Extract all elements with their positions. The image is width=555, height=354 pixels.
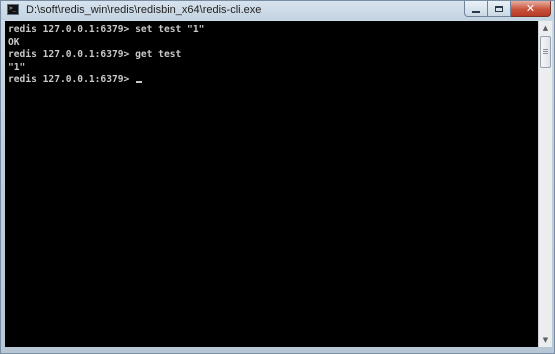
console-line: "1" (8, 61, 26, 73)
console-icon-prompt: >_ (9, 5, 17, 12)
console-line: redis 127.0.0.1:6379> get test (8, 49, 182, 60)
minimize-button[interactable] (464, 1, 488, 17)
text-cursor (136, 81, 143, 83)
window-bottom-border (1, 347, 554, 353)
console-prompt: redis 127.0.0.1:6379> (8, 74, 136, 85)
close-button[interactable]: ✕ (511, 1, 551, 17)
window-controls: ✕ (464, 1, 551, 18)
minimize-icon (472, 10, 480, 13)
maximize-icon (495, 5, 503, 12)
scrollbar-thumb[interactable] (540, 36, 551, 68)
scroll-down-arrow-icon[interactable]: ▼ (539, 333, 552, 347)
window-title: D:\soft\redis_win\redis\redisbin_x64\red… (26, 4, 262, 16)
console-icon[interactable]: >_ (7, 4, 19, 15)
title-bar[interactable]: >_ D:\soft\redis_win\redis\redisbin_x64\… (1, 1, 554, 20)
console-line: redis 127.0.0.1:6379> set test "1" (8, 24, 205, 35)
vertical-scrollbar[interactable]: ▲ ▼ (538, 21, 552, 347)
console-window: >_ D:\soft\redis_win\redis\redisbin_x64\… (0, 0, 555, 354)
console-prompt-line[interactable]: redis 127.0.0.1:6379> (8, 74, 204, 87)
scroll-up-arrow-icon[interactable]: ▲ (539, 21, 552, 35)
console-output[interactable]: redis 127.0.0.1:6379> set test "1" OK re… (5, 21, 538, 347)
close-icon: ✕ (525, 2, 536, 15)
maximize-button[interactable] (488, 1, 511, 17)
console-lines: redis 127.0.0.1:6379> set test "1" OK re… (8, 24, 204, 87)
console-line: OK (8, 36, 20, 48)
